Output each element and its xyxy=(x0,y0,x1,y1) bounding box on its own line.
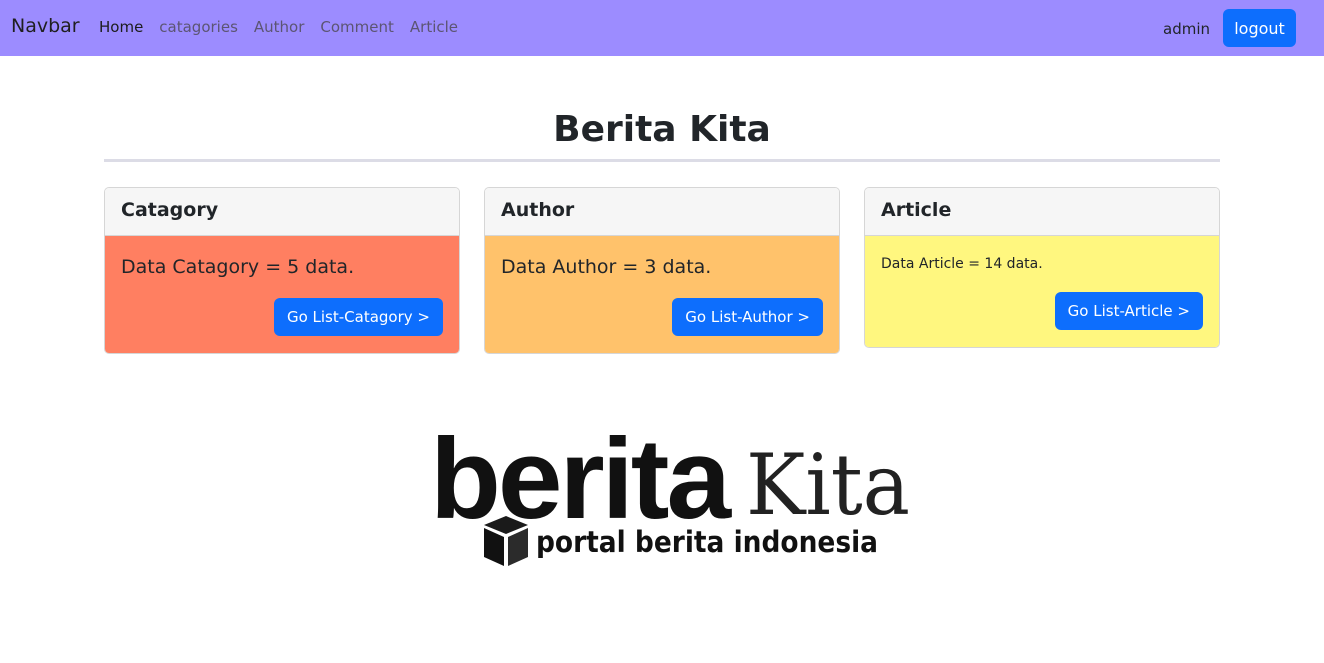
nav-link-catagories[interactable]: catagories xyxy=(159,18,238,36)
nav-link-home[interactable]: Home xyxy=(99,18,143,36)
card-text: Data Author = 3 data. xyxy=(501,256,712,278)
nav-links: Home catagories Author Comment Article xyxy=(99,18,474,36)
logo-tagline: portal berita indonesia xyxy=(536,525,878,559)
card-text: Data Article = 14 data. xyxy=(881,256,1043,272)
user-name: admin xyxy=(1163,20,1210,38)
logo-word-kita: Kita xyxy=(746,436,910,534)
card-header: Author xyxy=(485,188,839,236)
nav-link-comment[interactable]: Comment xyxy=(320,18,394,36)
nav-link-article[interactable]: Article xyxy=(410,18,458,36)
navbar-brand[interactable]: Navbar xyxy=(11,15,80,37)
navbar: Navbar Home catagories Author Comment Ar… xyxy=(0,0,1324,56)
logout-button[interactable]: logout xyxy=(1223,9,1296,47)
title-divider xyxy=(104,159,1220,162)
card-body: Data Catagory = 5 data. Go List-Catagory… xyxy=(105,236,459,353)
page-title: Berita Kita xyxy=(553,109,771,150)
card-body: Data Author = 3 data. Go List-Author > xyxy=(485,236,839,353)
author-card: Author Data Author = 3 data. Go List-Aut… xyxy=(484,187,840,354)
go-list-article-button[interactable]: Go List-Article > xyxy=(1054,292,1203,330)
card-header: Catagory xyxy=(105,188,459,236)
berita-kita-logo: berita Kita portal berita indonesia xyxy=(430,428,910,566)
catagory-card: Catagory Data Catagory = 5 data. Go List… xyxy=(104,187,460,354)
go-list-catagory-button[interactable]: Go List-Catagory > xyxy=(273,298,443,336)
card-header: Article xyxy=(865,188,1219,236)
go-list-author-button[interactable]: Go List-Author > xyxy=(672,298,823,336)
nav-link-author[interactable]: Author xyxy=(254,18,305,36)
card-body: Data Article = 14 data. Go List-Article … xyxy=(865,236,1219,347)
card-text: Data Catagory = 5 data. xyxy=(121,256,355,278)
article-card: Article Data Article = 14 data. Go List-… xyxy=(864,187,1220,348)
